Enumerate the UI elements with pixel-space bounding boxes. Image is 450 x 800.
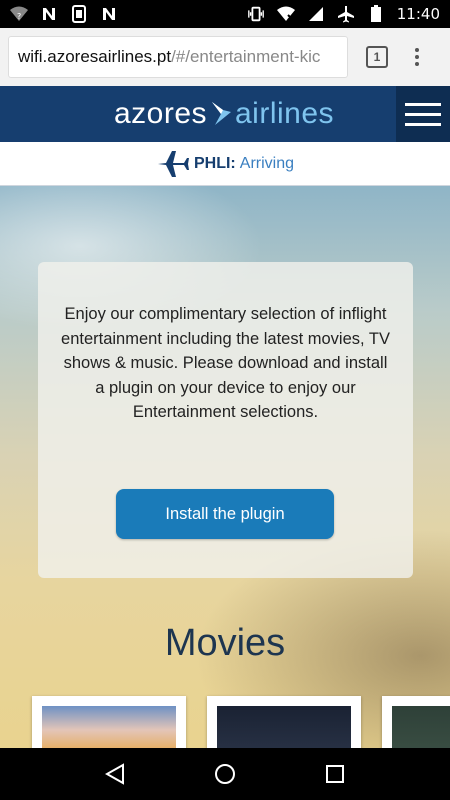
sim-icon (70, 5, 88, 23)
url-field[interactable]: wifi.azoresairlines.pt/#/entertainment-k… (8, 36, 348, 78)
install-plugin-button[interactable]: Install the plugin (116, 489, 334, 539)
azores-airlines-logo[interactable]: azores airlines (114, 97, 334, 131)
n-notification-icon (100, 5, 118, 23)
vibrate-icon (247, 5, 265, 23)
site-header: azores airlines (0, 86, 450, 142)
movie-thumbnail (217, 706, 351, 748)
url-host: wifi.azoresairlines.pt (18, 47, 172, 66)
back-button[interactable] (103, 762, 127, 786)
n-notification-icon (40, 5, 58, 23)
home-circle-icon (215, 764, 235, 784)
movie-thumbnail (42, 706, 176, 748)
status-bar: ? 11:40 (0, 0, 450, 28)
tab-switcher-button[interactable]: 1 (366, 46, 388, 68)
wifi-question-icon: ? (10, 5, 28, 23)
status-time: 11:40 (396, 5, 440, 23)
intro-text: Enjoy our complimentary selection of inf… (61, 305, 390, 421)
system-nav-bar (0, 748, 450, 800)
battery-icon (367, 5, 385, 23)
airplane-mode-icon (337, 5, 355, 23)
movies-heading: Movies (164, 622, 286, 664)
overflow-menu-button[interactable] (414, 48, 420, 66)
movie-thumbnail (392, 706, 450, 748)
recents-button[interactable] (323, 762, 347, 786)
logo-word-azores: azores (113, 97, 207, 130)
logo-bird-icon (212, 102, 231, 125)
airplane-icon (157, 150, 189, 177)
flight-status: Arriving (239, 154, 294, 172)
hamburger-menu-button[interactable] (396, 86, 450, 142)
back-triangle-icon (105, 763, 124, 785)
wifi-x-icon (276, 5, 295, 23)
flight-status-bar: PHLI: Arriving (0, 142, 450, 186)
movie-card[interactable] (382, 696, 450, 748)
hero-section: Enjoy our complimentary selection of inf… (0, 186, 450, 748)
home-button[interactable] (213, 762, 237, 786)
plugin-panel: Enjoy our complimentary selection of inf… (38, 262, 413, 578)
recents-square-icon (326, 765, 344, 783)
movie-card[interactable] (32, 696, 186, 748)
browser-toolbar: wifi.azoresairlines.pt/#/entertainment-k… (0, 28, 450, 86)
signal-icon (307, 5, 325, 23)
svg-text:?: ? (17, 12, 21, 21)
flight-code: PHLI: (193, 154, 236, 172)
logo-word-airlines: airlines (235, 97, 335, 130)
movie-card[interactable] (207, 696, 361, 748)
url-path: /#/entertainment-kic (171, 47, 321, 66)
